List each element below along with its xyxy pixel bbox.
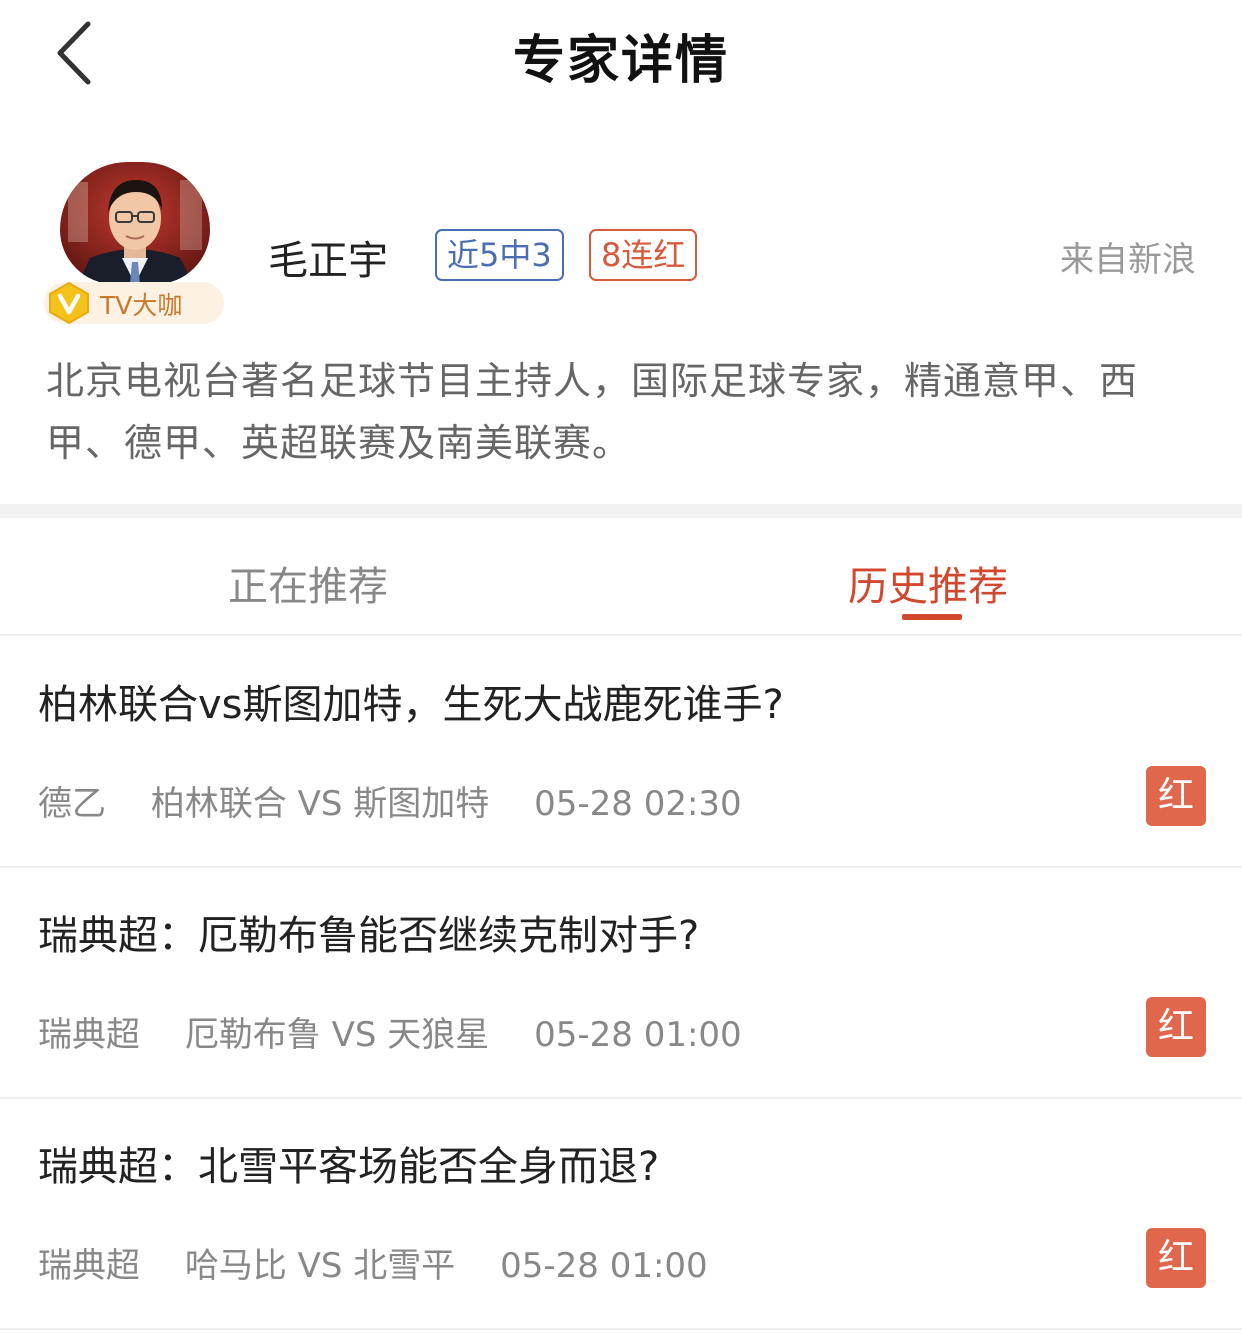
record-title: 柏林联合vs斯图加特，生死大战鹿死谁手?: [38, 682, 784, 728]
recent-record-tag: 近5中3: [435, 229, 564, 281]
result-badge: 红: [1146, 1228, 1206, 1288]
record-title: 瑞典超：厄勒布鲁能否继续克制对手?: [38, 913, 700, 959]
source-label: 来自新浪: [1060, 240, 1196, 280]
level-badge-label: TV大咖: [100, 291, 183, 320]
list-item[interactable]: 瑞典超：北雪平客场能否全身而退? 瑞典超 哈马比 VS 北雪平 05-28 01…: [0, 1100, 1242, 1330]
record-league: 德乙: [38, 784, 106, 824]
avatar-photo: [60, 162, 210, 284]
record-match: 哈马比 VS 北雪平: [184, 1246, 456, 1286]
expert-intro: 北京电视台著名足球节目主持人，国际足球专家，精通意甲、西甲、德甲、英超联赛及南美…: [46, 359, 1139, 465]
tab-current-recommendations[interactable]: 正在推荐: [228, 554, 388, 612]
tab-history-recommendations[interactable]: 历史推荐: [848, 554, 1008, 612]
record-league: 瑞典超: [38, 1015, 140, 1055]
record-title: 瑞典超：北雪平客场能否全身而退?: [38, 1144, 660, 1190]
expert-name: 毛正宇: [268, 238, 388, 284]
active-tab-indicator: [902, 614, 962, 620]
result-badge: 红: [1146, 997, 1206, 1057]
record-meta: 德乙 柏林联合 VS 斯图加特 05-28 02:30: [38, 776, 776, 825]
tab-bar: 正在推荐 历史推荐: [0, 518, 1242, 636]
record-meta: 瑞典超 哈马比 VS 北雪平 05-28 01:00: [38, 1238, 742, 1287]
level-badge: TV大咖: [44, 281, 224, 325]
nav-bar: 专家详情: [0, 0, 1242, 110]
record-match: 厄勒布鲁 VS 天狼星: [184, 1015, 490, 1055]
win-streak-tag: 8连红: [589, 229, 698, 281]
record-league: 瑞典超: [38, 1246, 140, 1286]
record-time: 05-28 01:00: [500, 1246, 708, 1286]
page-title: 专家详情: [512, 31, 729, 91]
result-badge: 红: [1146, 766, 1206, 826]
list-item[interactable]: 柏林联合vs斯图加特，生死大战鹿死谁手? 德乙 柏林联合 VS 斯图加特 05-…: [0, 638, 1242, 868]
avatar[interactable]: [60, 162, 210, 284]
record-meta: 瑞典超 厄勒布鲁 VS 天狼星 05-28 01:00: [38, 1007, 776, 1056]
expert-detail-page: 专家详情 TV大咖 毛正宇 近5中3 8连红 来自新浪 北京电视台著名足球节目主…: [0, 0, 1242, 1334]
section-divider: [0, 504, 1242, 518]
record-time: 05-28 02:30: [534, 784, 742, 824]
v-icon: [49, 281, 89, 325]
record-time: 05-28 01:00: [534, 1015, 742, 1055]
record-match: 柏林联合 VS 斯图加特: [150, 784, 490, 824]
list-item[interactable]: 瑞典超：厄勒布鲁能否继续克制对手? 瑞典超 厄勒布鲁 VS 天狼星 05-28 …: [0, 869, 1242, 1099]
